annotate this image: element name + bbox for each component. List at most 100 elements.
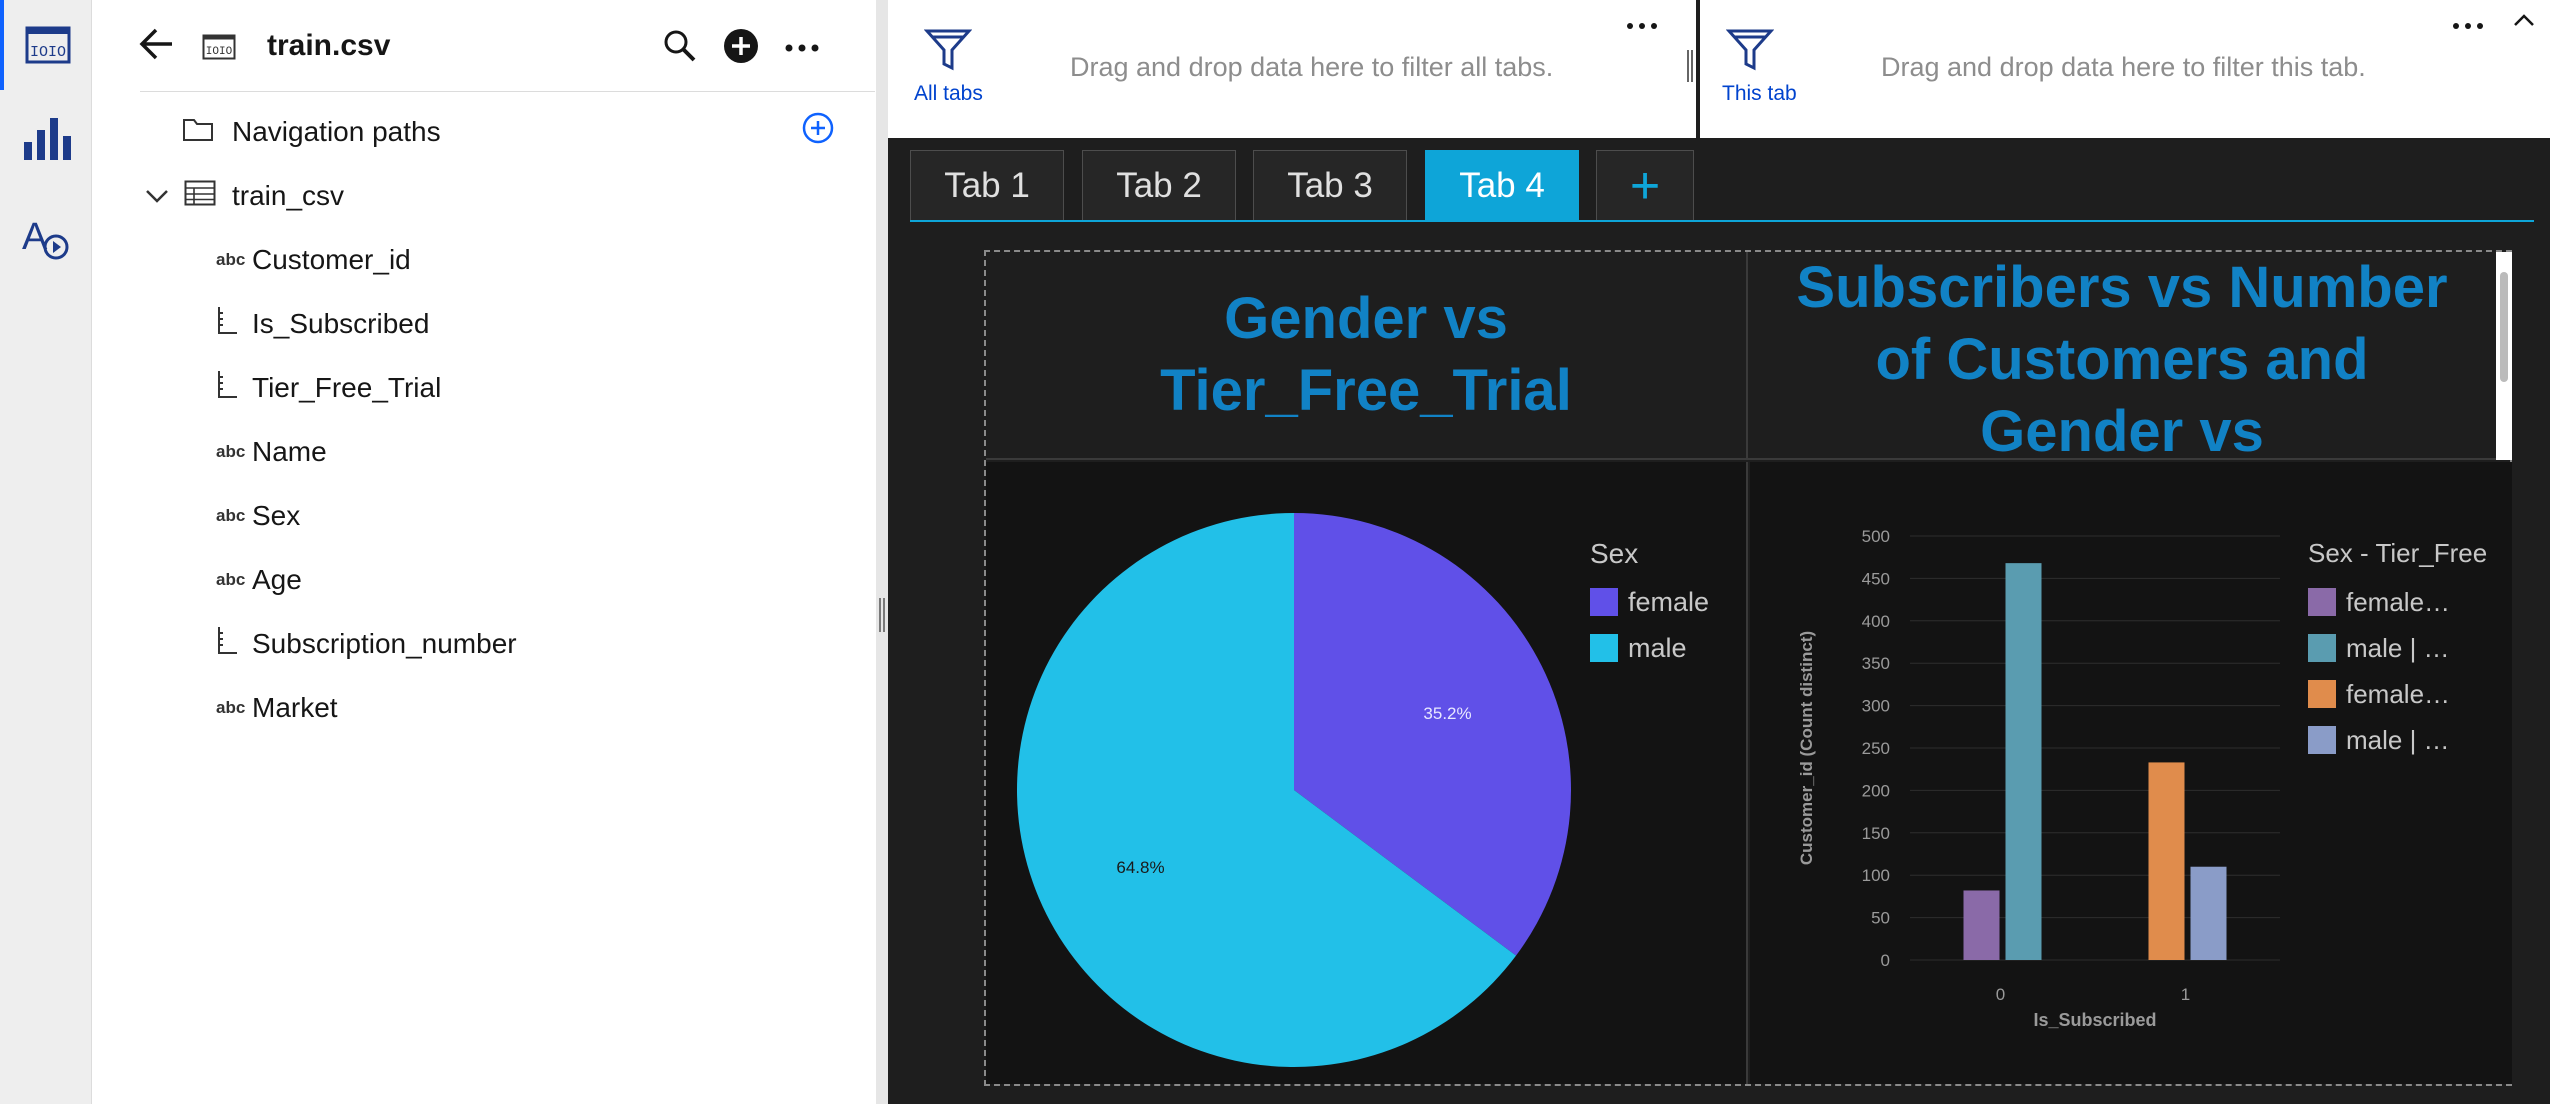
tab-1[interactable]: Tab 1: [910, 150, 1064, 222]
svg-text:IOIO: IOIO: [206, 46, 233, 58]
this-tab-placeholder: Drag and drop data here to filter this t…: [1881, 52, 2366, 82]
this-tab-overflow-icon[interactable]: [2452, 18, 2484, 36]
column-label: Sex: [252, 500, 301, 531]
column-row[interactable]: Subscription_number: [216, 612, 517, 676]
filter-splitter[interactable]: [1684, 0, 1696, 138]
title-right-text: Subscribers vs Number of Customers and G…: [1796, 255, 2448, 460]
overflow-menu-icon[interactable]: [784, 40, 820, 58]
y-tick-label: 250: [1862, 739, 1890, 758]
text-type-icon: abc: [216, 570, 246, 589]
visualizations-icon[interactable]: [0, 92, 92, 182]
pie-legend-title: Sex: [1590, 538, 1638, 569]
panel-header: IOIO train.csv: [92, 0, 876, 92]
navigation-paths-row[interactable]: Navigation paths: [182, 100, 441, 164]
text-type-icon: abc: [216, 250, 246, 269]
all-tabs-filter-zone[interactable]: All tabs Drag and drop data here to filt…: [888, 0, 1684, 138]
add-navigation-path-icon[interactable]: [802, 112, 834, 149]
y-tick-label: 300: [1862, 697, 1890, 716]
tab-3-label: Tab 3: [1287, 166, 1373, 205]
plus-icon: +: [1629, 157, 1661, 215]
collapse-chevron-up-icon[interactable]: [2512, 12, 2536, 33]
x-tick-label: 0: [1996, 985, 2005, 1004]
column-row[interactable]: Tier_Free_Trial: [216, 356, 441, 420]
y-tick-label: 400: [1862, 612, 1890, 631]
pie-chart-widget[interactable]: 35.2% 64.8% Sex female male: [986, 462, 1748, 1084]
legend-swatch: [2308, 634, 2336, 662]
chevron-down-icon[interactable]: [144, 180, 170, 212]
data-source-icon[interactable]: IOIO: [0, 0, 92, 90]
legend-label: male: [1628, 633, 1687, 663]
table-name: train_csv: [232, 180, 345, 211]
search-icon[interactable]: [662, 28, 698, 69]
y-tick-label: 0: [1881, 951, 1890, 970]
column-label: Name: [252, 436, 327, 467]
measure-type-icon: [216, 626, 252, 663]
file-icon: IOIO: [202, 34, 236, 65]
measure-type-icon: [216, 370, 252, 407]
svg-text:IOIO: IOIO: [30, 44, 66, 61]
pie-chart[interactable]: 35.2% 64.8% Sex female male: [986, 462, 1746, 1082]
back-arrow-icon[interactable]: [138, 26, 176, 67]
dashboard-canvas: Gender vs Tier_Free_Trial Subscribers vs…: [984, 250, 2512, 1086]
text-media-icon[interactable]: A: [0, 192, 92, 282]
tab-3[interactable]: Tab 3: [1253, 150, 1407, 222]
y-tick-label: 50: [1871, 909, 1890, 928]
folder-icon: [182, 116, 214, 149]
column-row[interactable]: abc Name: [216, 420, 327, 484]
title-left[interactable]: Gender vs Tier_Free_Trial: [986, 252, 1748, 460]
column-label: Is_Subscribed: [252, 308, 430, 339]
add-circle-icon[interactable]: [723, 28, 759, 69]
all-tabs-label: All tabs: [914, 82, 983, 105]
title-scrollbar[interactable]: [2496, 252, 2512, 460]
this-tab-label: This tab: [1722, 82, 1797, 105]
dashboard-area: All tabs Drag and drop data here to filt…: [888, 0, 2550, 1104]
header-divider: [140, 91, 875, 92]
bar: [2190, 866, 2227, 960]
all-tabs-overflow-icon[interactable]: [1626, 18, 1658, 36]
legend-label: female…: [2346, 587, 2450, 617]
tab-underline: [910, 220, 2534, 222]
column-label: Subscription_number: [252, 628, 517, 659]
pie-data-label: 64.8%: [1116, 858, 1164, 877]
x-axis-label: Is_Subscribed: [2033, 1010, 2156, 1030]
column-row[interactable]: abc Age: [216, 548, 302, 612]
bar: [1963, 890, 2000, 960]
text-type-icon: abc: [216, 698, 246, 717]
data-panel: IOIO train.csv Navigation paths train_cs…: [92, 0, 876, 1104]
column-row[interactable]: abc Sex: [216, 484, 300, 548]
table-icon: [184, 180, 216, 213]
x-tick-label: 1: [2181, 985, 2190, 1004]
y-tick-label: 100: [1862, 866, 1890, 885]
table-row-train-csv[interactable]: train_csv: [144, 164, 344, 228]
all-tabs-placeholder: Drag and drop data here to filter all ta…: [1070, 52, 1554, 82]
title-right[interactable]: Subscribers vs Number of Customers and G…: [1748, 252, 2496, 460]
text-type-icon: abc: [216, 506, 246, 525]
bar-chart-widget[interactable]: 0 50 100 150 200 250 300 350 400 450 500 0 1 Is_Subsc…: [1750, 462, 2512, 1084]
filter-all-tabs-icon[interactable]: [923, 28, 973, 77]
column-label: Market: [252, 692, 338, 723]
column-row[interactable]: Is_Subscribed: [216, 292, 429, 356]
column-row[interactable]: abc Customer_id: [216, 228, 411, 292]
tab-4-label: Tab 4: [1459, 166, 1545, 205]
legend-swatch: [1590, 634, 1618, 662]
bar-chart[interactable]: 0 50 100 150 200 250 300 350 400 450 500 0 1 Is_Subsc…: [1750, 462, 2510, 1082]
bar-legend-title: Sex - Tier_Free: [2308, 538, 2487, 568]
tab-4[interactable]: Tab 4: [1425, 150, 1579, 222]
legend-swatch: [1590, 588, 1618, 616]
filter-this-tab-icon[interactable]: [1725, 28, 1775, 77]
y-tick-label: 200: [1862, 781, 1890, 800]
bar: [2005, 563, 2042, 960]
column-row[interactable]: abc Market: [216, 676, 338, 740]
y-tick-label: 500: [1862, 527, 1890, 546]
pie-data-label: 35.2%: [1423, 704, 1471, 723]
this-tab-filter-zone[interactable]: This tab Drag and drop data here to filt…: [1700, 0, 2550, 138]
text-type-icon: abc: [216, 442, 246, 461]
measure-type-icon: [216, 306, 252, 343]
scrollbar-thumb[interactable]: [2500, 272, 2508, 382]
add-tab-button[interactable]: +: [1596, 150, 1694, 222]
title-left-text: Gender vs Tier_Free_Trial: [1160, 286, 1572, 423]
panel-splitter[interactable]: [876, 0, 888, 1104]
tab-2[interactable]: Tab 2: [1082, 150, 1236, 222]
column-label: Customer_id: [252, 244, 411, 275]
legend-label: female: [1628, 587, 1709, 617]
